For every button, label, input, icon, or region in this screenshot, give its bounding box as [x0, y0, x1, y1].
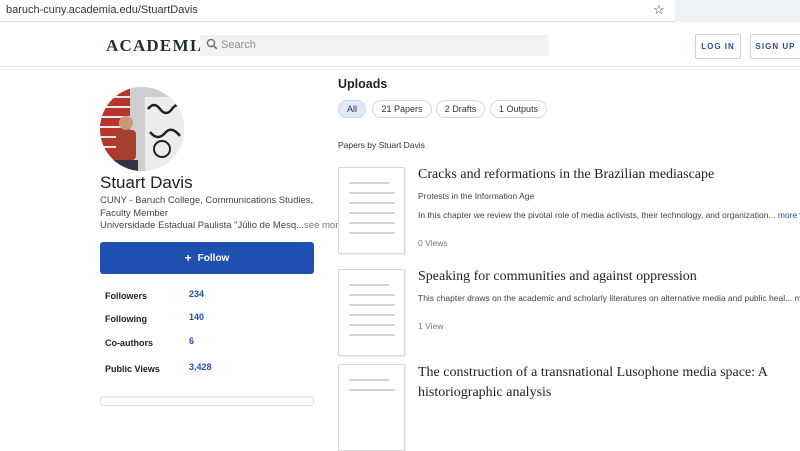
profile-affiliation-secondary: Universidade Estadual Paulista "Júlio de…: [100, 220, 344, 231]
paper-title-line: historiographic analysis: [418, 385, 552, 400]
more-link[interactable]: more: [778, 210, 800, 220]
plus-icon: +: [184, 251, 192, 265]
paper-thumbnail[interactable]: [338, 167, 405, 254]
profile-name: Stuart Davis: [100, 173, 193, 192]
avatar: [100, 87, 184, 171]
paper-subtitle: Protests in the Information Age: [418, 191, 535, 201]
paper-thumbnail[interactable]: [338, 269, 405, 356]
affiliation-secondary-text[interactable]: Universidade Estadual Paulista "Júlio de…: [100, 220, 304, 231]
paper-thumbnail[interactable]: [338, 364, 405, 451]
stat-public-views-value: 3,428: [189, 362, 212, 372]
academia-logo[interactable]: ACADEMIA: [106, 36, 211, 56]
more-label: more: [794, 293, 800, 303]
browser-extension-area: [675, 0, 800, 22]
paper-description: This chapter draws on the academic and s…: [418, 293, 800, 303]
login-button[interactable]: LOG IN: [695, 34, 741, 59]
stat-coauthors-value[interactable]: 6: [189, 336, 194, 346]
tab-outputs[interactable]: 1 Outputs: [490, 100, 547, 118]
paper-title-line: The construction of a transnational Luso…: [418, 365, 768, 380]
paper-views: 1 View: [418, 321, 444, 331]
stat-coauthors-label: Co-authors: [105, 338, 153, 348]
search-icon: [206, 38, 218, 50]
search-input[interactable]: Search: [200, 35, 549, 56]
paper-title[interactable]: Speaking for communities and against opp…: [418, 267, 697, 287]
url-text[interactable]: baruch-cuny.academia.edu/StuartDavis: [6, 4, 198, 16]
search-placeholder: Search: [221, 39, 256, 51]
uploads-heading: Uploads: [338, 77, 388, 91]
more-label: more: [777, 210, 798, 220]
paper-title[interactable]: The construction of a transnational Luso…: [418, 363, 768, 403]
follow-button[interactable]: + Follow: [100, 242, 314, 274]
tab-all[interactable]: All: [338, 100, 366, 118]
more-link[interactable]: more: [795, 293, 800, 303]
stat-public-views-label: Public Views: [105, 364, 160, 374]
stat-followers-label: Followers: [105, 291, 148, 301]
stat-following-label: Following: [105, 314, 147, 324]
paper-description: In this chapter we review the pivotal ro…: [418, 210, 800, 220]
browser-address-bar[interactable]: baruch-cuny.academia.edu/StuartDavis ☆: [0, 0, 800, 22]
follow-label: Follow: [197, 252, 230, 264]
tab-drafts[interactable]: 2 Drafts: [436, 100, 485, 118]
paper-description-text: In this chapter we review the pivotal ro…: [418, 210, 776, 220]
stat-followers-value[interactable]: 234: [189, 289, 204, 299]
profile-card-box: [100, 396, 314, 406]
paper-views: 0 Views: [418, 238, 448, 248]
stat-following-value[interactable]: 140: [189, 312, 204, 322]
tab-papers[interactable]: 21 Papers: [372, 100, 432, 118]
profile-affiliation[interactable]: CUNY - Baruch College, Communications St…: [100, 194, 320, 220]
paper-title[interactable]: Cracks and reformations in the Brazilian…: [418, 165, 714, 185]
papers-section-label: Papers by Stuart Davis: [338, 140, 425, 150]
bookmark-star-icon[interactable]: ☆: [653, 2, 665, 18]
paper-description-text: This chapter draws on the academic and s…: [418, 293, 793, 303]
profile-photo: [100, 87, 184, 171]
signup-button[interactable]: SIGN UP: [750, 34, 800, 59]
site-header: ACADEMIA Search LOG IN SIGN UP: [0, 22, 800, 67]
